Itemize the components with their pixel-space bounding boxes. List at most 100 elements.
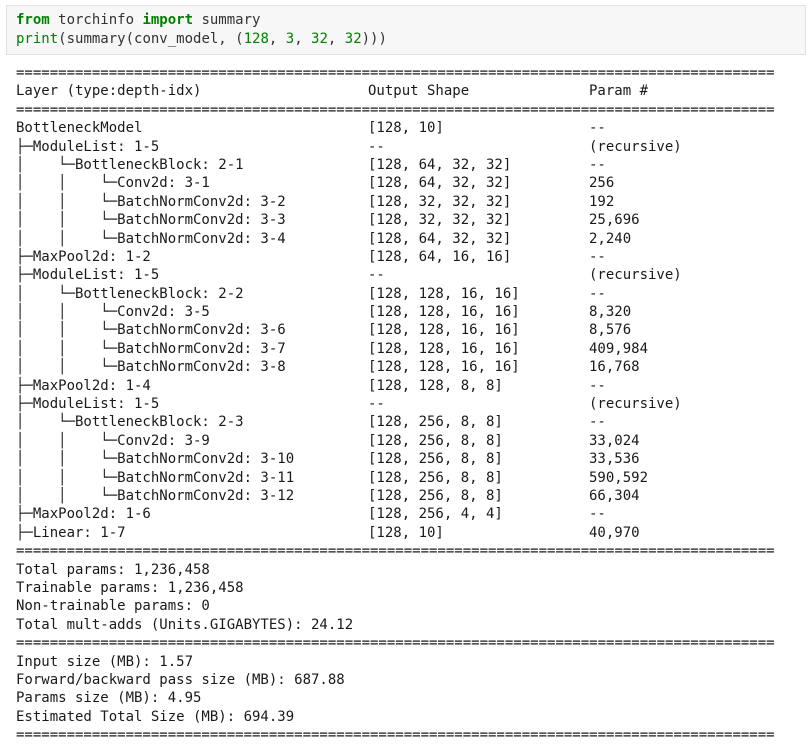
layer-name: │ └─BottleneckBlock: 2-2 bbox=[16, 285, 244, 302]
layer-row: ├─ModuleList: 1-5 -- (recursive) bbox=[16, 266, 806, 284]
layer-row: │ └─BottleneckBlock: 2-3 [128, 256, 8, 8]… bbox=[16, 413, 806, 431]
layer-name: │ │ └─BatchNormConv2d: 3-6 bbox=[16, 322, 286, 339]
code-token: , bbox=[268, 31, 286, 47]
layer-param-count: 8,320 bbox=[589, 304, 632, 321]
layer-row: │ │ └─BatchNormConv2d: 3-2 [128, 32, 32, … bbox=[16, 193, 806, 211]
layer-row: ├─ModuleList: 1-5 -- (recursive) bbox=[16, 138, 806, 156]
layer-param-count: 192 bbox=[589, 193, 615, 210]
layer-param-count: 256 bbox=[589, 175, 615, 192]
layer-output-shape: [128, 10] bbox=[368, 120, 444, 137]
layer-name: ├─ModuleList: 1-5 bbox=[16, 396, 160, 413]
layer-param-count: 8,576 bbox=[589, 322, 632, 339]
separator-line: ========================================… bbox=[16, 727, 775, 744]
layer-name: │ │ └─Conv2d: 3-9 bbox=[16, 432, 210, 449]
layer-row: │ │ └─BatchNormConv2d: 3-11 [128, 256, 8,… bbox=[16, 469, 806, 487]
layer-name: │ │ └─BatchNormConv2d: 3-11 bbox=[16, 469, 295, 486]
separator-line: ========================================… bbox=[16, 65, 775, 81]
layer-param-count: 33,536 bbox=[589, 451, 640, 468]
layer-name: ├─MaxPool2d: 1-6 bbox=[16, 506, 151, 523]
layer-row: │ │ └─BatchNormConv2d: 3-10 [128, 256, 8,… bbox=[16, 450, 806, 468]
params-size: Params size (MB): 4.95 bbox=[16, 690, 202, 707]
code-token: (summary(conv_model, ( bbox=[58, 31, 244, 47]
total-mult-adds: Total mult-adds (Units.GIGABYTES): 24.12 bbox=[16, 616, 354, 633]
layer-name: ├─ModuleList: 1-5 bbox=[16, 138, 160, 155]
layer-row: │ │ └─BatchNormConv2d: 3-6 [128, 128, 16,… bbox=[16, 321, 806, 339]
code-token: 32 bbox=[344, 31, 362, 47]
layer-output-shape: [128, 128, 16, 16] bbox=[368, 304, 520, 321]
layer-output-shape: [128, 64, 32, 32] bbox=[368, 230, 512, 247]
layer-name: │ └─BottleneckBlock: 2-3 bbox=[16, 414, 244, 431]
layer-param-count: -- bbox=[589, 248, 606, 265]
layer-param-count: 590,592 bbox=[589, 469, 649, 486]
layer-param-count: (recursive) bbox=[589, 396, 682, 413]
layer-param-count: (recursive) bbox=[589, 267, 682, 284]
layer-name: │ │ └─Conv2d: 3-5 bbox=[16, 304, 210, 321]
layer-param-count: -- bbox=[589, 377, 606, 394]
layer-output-shape: [128, 256, 8, 8] bbox=[368, 487, 503, 504]
header-layer: Layer (type:depth-idx) bbox=[16, 83, 202, 100]
layer-row: BottleneckModel [128, 10] -- bbox=[16, 119, 806, 137]
layer-row: │ │ └─Conv2d: 3-5 [128, 128, 16, 16] 8,320 bbox=[16, 303, 806, 321]
layer-row: ├─MaxPool2d: 1-6 [128, 256, 4, 4] -- bbox=[16, 505, 806, 523]
layer-name: │ │ └─BatchNormConv2d: 3-7 bbox=[16, 340, 286, 357]
layer-row: ├─ModuleList: 1-5 -- (recursive) bbox=[16, 395, 806, 413]
layer-param-count: 33,024 bbox=[589, 432, 640, 449]
layer-row: │ └─BottleneckBlock: 2-1 [128, 64, 32, 32… bbox=[16, 156, 806, 174]
layer-output-shape: [128, 64, 16, 16] bbox=[368, 248, 512, 265]
layer-output-shape: [128, 256, 8, 8] bbox=[368, 451, 503, 468]
code-token: 32 bbox=[311, 31, 328, 47]
layer-name: │ │ └─BatchNormConv2d: 3-12 bbox=[16, 487, 295, 504]
separator-line: ========================================… bbox=[16, 543, 775, 560]
layer-param-count: (recursive) bbox=[589, 138, 682, 155]
layer-name: │ │ └─BatchNormConv2d: 3-10 bbox=[16, 451, 295, 468]
layer-output-shape: [128, 32, 32, 32] bbox=[368, 193, 512, 210]
code-token: 128 bbox=[243, 31, 269, 47]
layer-row: │ │ └─Conv2d: 3-9 [128, 256, 8, 8] 33,024 bbox=[16, 432, 806, 450]
layer-name: │ │ └─Conv2d: 3-1 bbox=[16, 175, 210, 192]
summary-output: ========================================… bbox=[16, 64, 806, 744]
layer-output-shape: -- bbox=[368, 396, 385, 413]
layer-output-shape: [128, 10] bbox=[368, 524, 444, 541]
layer-output-shape: [128, 128, 16, 16] bbox=[368, 359, 520, 376]
code-token: , bbox=[327, 31, 345, 47]
table-header: Layer (type:depth-idx) Output Shape Para… bbox=[16, 82, 806, 100]
trainable-params: Trainable params: 1,236,458 bbox=[16, 579, 244, 596]
layer-output-shape: [128, 32, 32, 32] bbox=[368, 212, 512, 229]
layer-output-shape: [128, 256, 8, 8] bbox=[368, 432, 503, 449]
layer-output-shape: [128, 128, 16, 16] bbox=[368, 340, 520, 357]
layer-row: │ │ └─Conv2d: 3-1 [128, 64, 32, 32] 256 bbox=[16, 174, 806, 192]
layer-name: BottleneckModel bbox=[16, 120, 143, 137]
code-token: import bbox=[142, 12, 194, 28]
layer-row: │ │ └─BatchNormConv2d: 3-7 [128, 128, 16,… bbox=[16, 340, 806, 358]
layer-output-shape: [128, 128, 8, 8] bbox=[368, 377, 503, 394]
header-output-shape: Output Shape bbox=[368, 83, 470, 100]
code-token: torchinfo bbox=[49, 12, 143, 28]
layer-table: BottleneckModel [128, 10] -- ├─ModuleList: … bbox=[16, 119, 806, 542]
layer-row: ├─MaxPool2d: 1-4 [128, 128, 8, 8] -- bbox=[16, 377, 806, 395]
layer-name: ├─MaxPool2d: 1-4 bbox=[16, 377, 151, 394]
header-param-count: Param # bbox=[589, 83, 649, 100]
layer-name: │ │ └─BatchNormConv2d: 3-8 bbox=[16, 359, 286, 376]
layer-param-count: 25,696 bbox=[589, 212, 640, 229]
layer-name: ├─Linear: 1-7 bbox=[16, 524, 126, 541]
layer-output-shape: [128, 64, 32, 32] bbox=[368, 156, 512, 173]
code-token: , bbox=[294, 31, 312, 47]
code-token: ))) bbox=[361, 31, 387, 47]
layer-param-count: -- bbox=[589, 156, 606, 173]
input-size: Input size (MB): 1.57 bbox=[16, 653, 194, 670]
layer-output-shape: [128, 64, 32, 32] bbox=[368, 175, 512, 192]
code-cell-input[interactable]: from torchinfo import summary print(summ… bbox=[6, 5, 806, 55]
layer-param-count: 16,768 bbox=[589, 359, 640, 376]
layer-row: ├─Linear: 1-7 [128, 10] 40,970 bbox=[16, 524, 806, 542]
layer-output-shape: -- bbox=[368, 138, 385, 155]
code-token: from bbox=[16, 12, 50, 28]
layer-name: │ └─BottleneckBlock: 2-1 bbox=[16, 156, 244, 173]
separator-line: ========================================… bbox=[16, 635, 775, 652]
layer-name: ├─MaxPool2d: 1-2 bbox=[16, 248, 151, 265]
layer-param-count: 2,240 bbox=[589, 230, 632, 247]
layer-param-count: -- bbox=[589, 414, 606, 431]
layer-row: │ │ └─BatchNormConv2d: 3-4 [128, 64, 32, … bbox=[16, 230, 806, 248]
layer-output-shape: [128, 128, 16, 16] bbox=[368, 322, 520, 339]
code-token: summary bbox=[193, 12, 261, 28]
layer-row: │ │ └─BatchNormConv2d: 3-8 [128, 128, 16,… bbox=[16, 358, 806, 376]
